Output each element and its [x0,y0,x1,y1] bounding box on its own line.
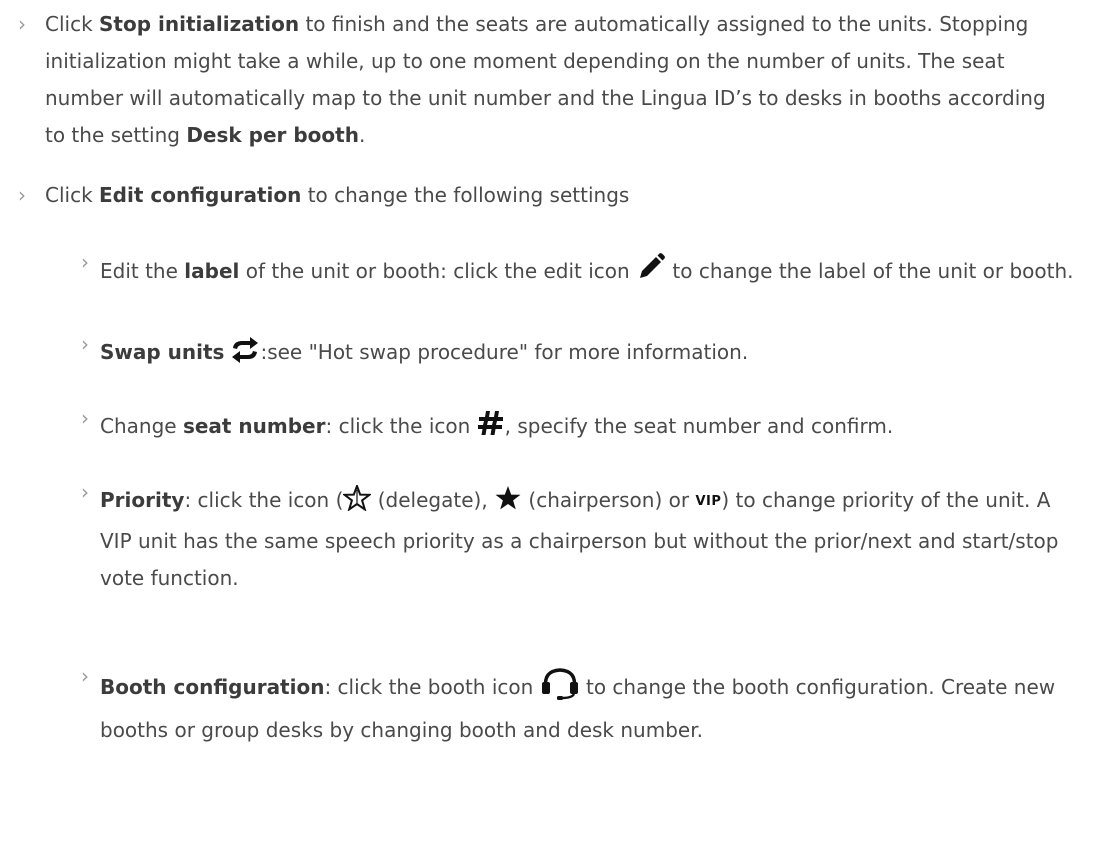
bold-term: Stop initialization [99,12,300,36]
bold-term: seat number [182,414,326,438]
bold-term: label [184,259,240,283]
headset-icon [540,666,580,712]
paragraph: Swap units:see "Hot swap procedure" for … [100,334,1075,375]
bullet-icon: › [81,480,89,504]
paragraph: Click Stop initialization to finish and … [45,12,1046,147]
bullet-icon: › [81,406,89,430]
document-page: › Click Stop initialization to finish an… [0,0,1102,841]
bullet-icon: › [81,664,89,688]
bullet-icon: › [81,250,89,274]
bullet-icon: › [18,183,26,207]
pencil-icon [636,252,666,294]
star-filled-icon [494,485,522,523]
paragraph: Booth configuration: click the booth ico… [100,666,1075,749]
bold-term: Priority [100,488,185,512]
hash-icon [477,409,505,449]
paragraph: Change seat number: click the icon , spe… [100,408,1075,449]
bold-term: Swap units [100,340,225,364]
paragraph: Click Edit configuration to change the f… [45,183,630,207]
vip-badge: VIP [695,494,722,509]
bullet-icon: › [18,12,26,36]
bold-term: Booth configuration [100,675,325,699]
star-outline-icon [341,483,373,523]
paragraph: Priority: click the icon ( (delegate), (… [100,482,1075,597]
swap-arrows-icon [230,337,260,375]
bold-term: Desk per booth [186,123,359,147]
bold-term: Edit configuration [99,183,302,207]
paragraph: Edit the label of the unit or booth: cli… [100,252,1075,294]
bullet-icon: › [81,332,89,356]
